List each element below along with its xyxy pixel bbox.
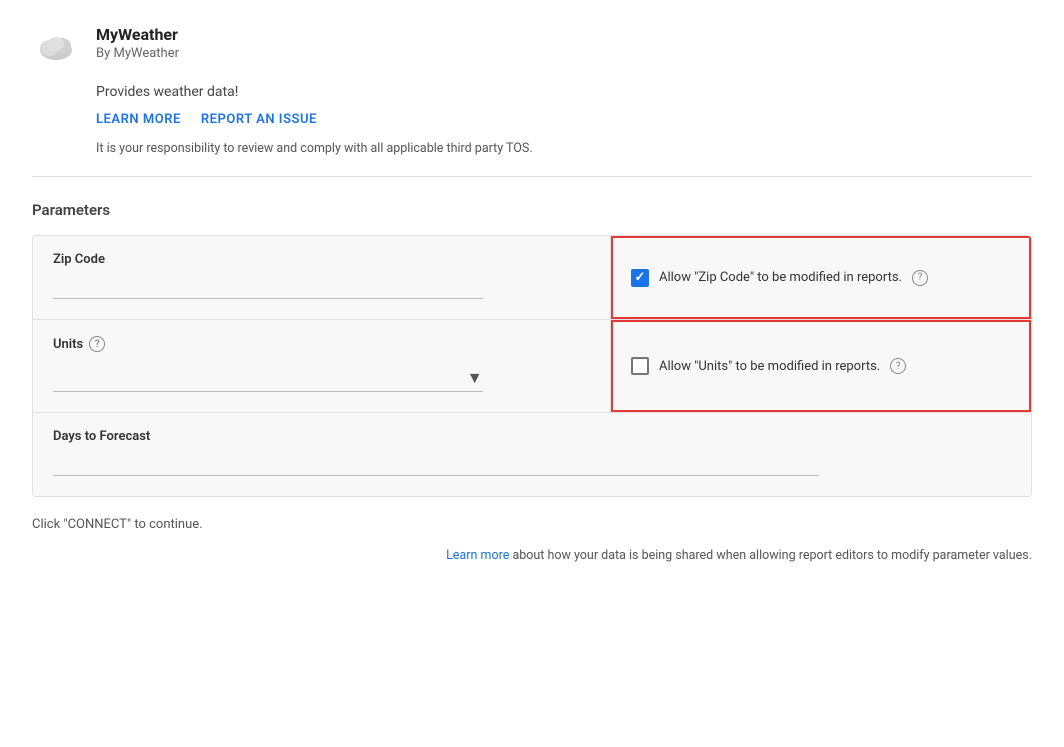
zipcode-checkbox-label: Allow "Zip Code" to be modified in repor… — [659, 270, 902, 285]
zipcode-checkbox-box[interactable]: ✓ — [631, 269, 649, 287]
zipcode-right-help-icon[interactable]: ? — [912, 270, 928, 286]
footer-note-text: about how your data is being shared when… — [512, 548, 1032, 563]
units-help-icon[interactable]: ? — [89, 336, 105, 352]
param-left-units: Units ? ▼ — [33, 320, 611, 412]
units-checkbox-label: Allow "Units" to be modified in reports. — [659, 359, 880, 374]
app-links: LEARN MORE REPORT AN ISSUE — [32, 112, 1032, 127]
footer-note: Learn more about how your data is being … — [32, 548, 1032, 563]
units-dropdown[interactable]: ▼ — [53, 364, 483, 392]
zipcode-input[interactable] — [53, 279, 483, 299]
cloud-icon — [32, 24, 80, 72]
param-label-text-zipcode: Zip Code — [53, 252, 105, 267]
param-left-days: Days to Forecast — [33, 413, 1031, 496]
parameters-title: Parameters — [32, 201, 1032, 219]
learn-more-link[interactable]: LEARN MORE — [96, 112, 181, 127]
days-input[interactable] — [53, 456, 819, 476]
tos-text: It is your responsibility to review and … — [32, 141, 1032, 156]
param-left-zipcode: Zip Code — [33, 236, 611, 319]
app-info: MyWeather By MyWeather — [96, 24, 179, 61]
param-label-zipcode: Zip Code — [53, 252, 590, 267]
param-right-zipcode: ✓ Allow "Zip Code" to be modified in rep… — [611, 236, 1031, 319]
units-checkbox-box[interactable]: ✓ — [631, 357, 649, 375]
units-allow-checkbox[interactable]: ✓ Allow "Units" to be modified in report… — [631, 357, 906, 375]
param-label-text-units: Units — [53, 337, 83, 352]
dropdown-arrow-units: ▼ — [467, 368, 483, 388]
param-label-days: Days to Forecast — [53, 429, 1011, 444]
units-right-help-icon[interactable]: ? — [890, 358, 906, 374]
param-row-units: Units ? ▼ ✓ Allow "Units" to be modified… — [33, 320, 1031, 413]
zipcode-allow-checkbox[interactable]: ✓ Allow "Zip Code" to be modified in rep… — [631, 269, 928, 287]
param-label-text-days: Days to Forecast — [53, 429, 150, 444]
footer-learn-more-link[interactable]: Learn more — [446, 548, 509, 563]
connect-instruction: Click "CONNECT" to continue. — [32, 517, 1032, 532]
app-header: MyWeather By MyWeather — [32, 24, 1032, 72]
report-issue-link[interactable]: REPORT AN ISSUE — [201, 112, 317, 127]
param-right-units: ✓ Allow "Units" to be modified in report… — [611, 320, 1031, 412]
checkmark-zipcode: ✓ — [635, 271, 646, 284]
param-row-days: Days to Forecast — [33, 413, 1031, 496]
parameters-container: Zip Code ✓ Allow "Zip Code" to be modifi… — [32, 235, 1032, 497]
param-row-zipcode: Zip Code ✓ Allow "Zip Code" to be modifi… — [33, 236, 1031, 320]
app-title: MyWeather — [96, 24, 179, 46]
app-subtitle: By MyWeather — [96, 46, 179, 61]
param-label-units: Units ? — [53, 336, 590, 352]
section-divider — [32, 176, 1032, 177]
app-description: Provides weather data! — [32, 84, 1032, 100]
